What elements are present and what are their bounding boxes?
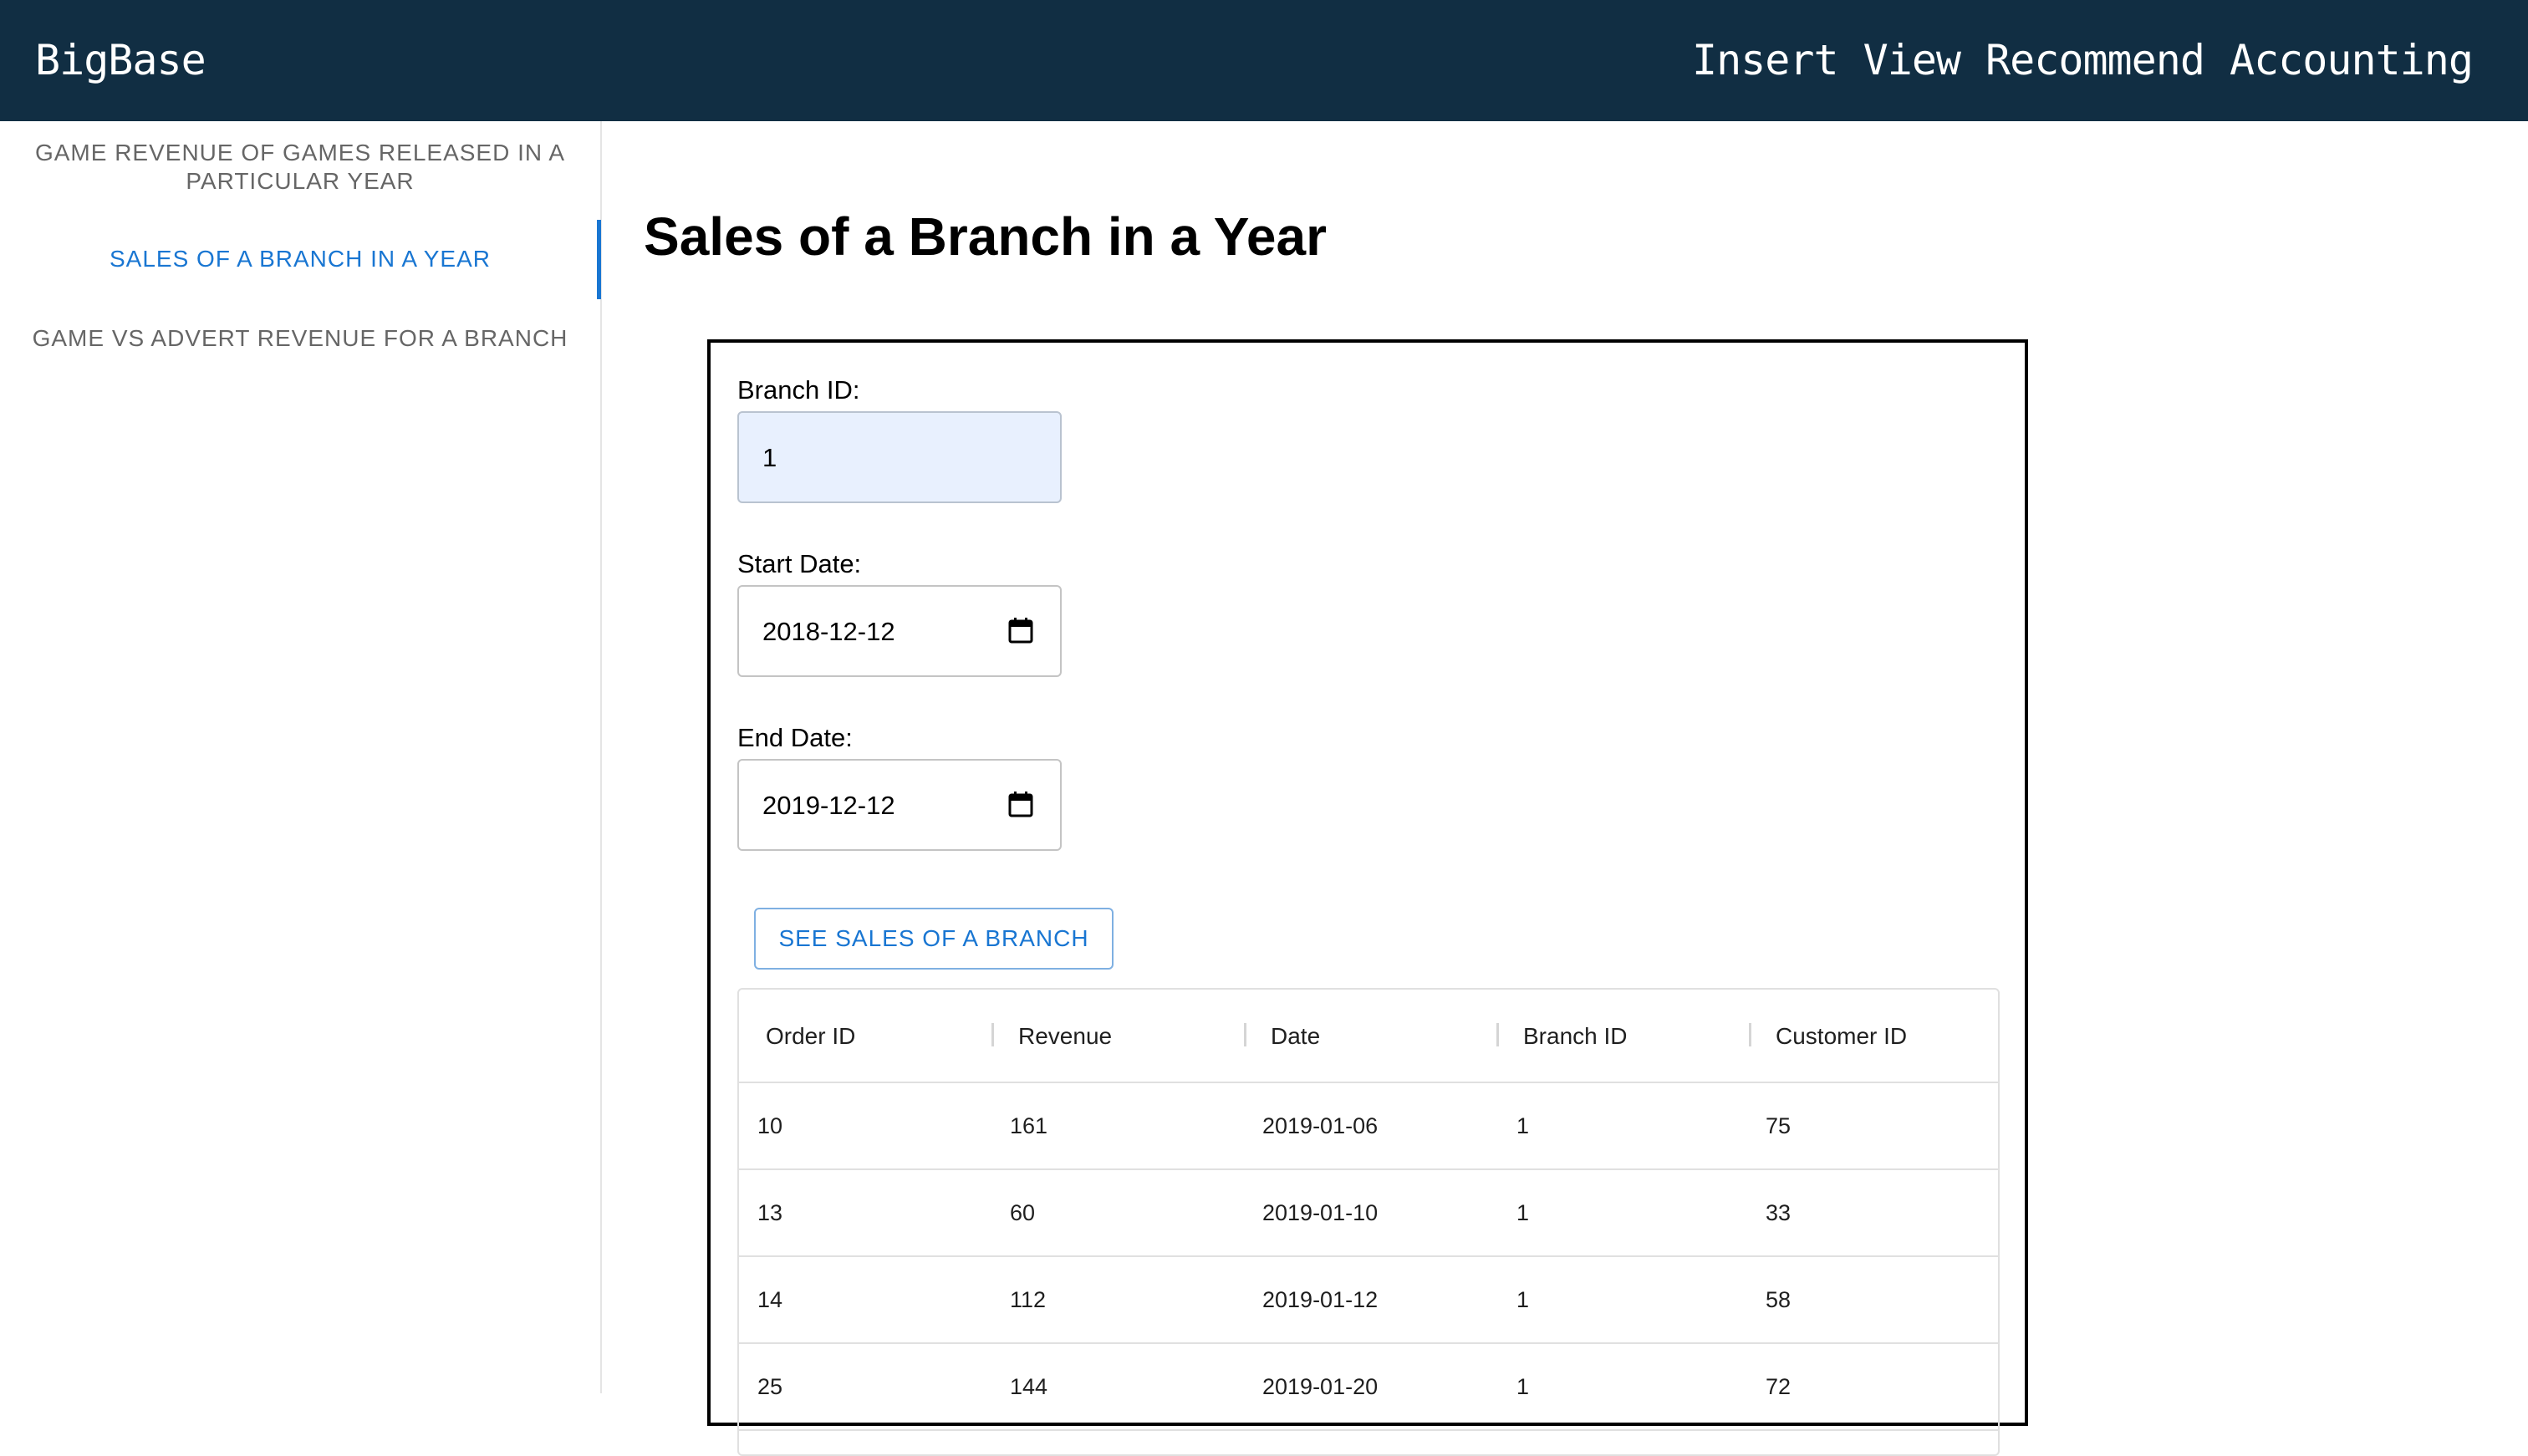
table-row[interactable]: 10 161 2019-01-06 1 75 [739,1083,1998,1170]
nav-insert[interactable]: Insert [1692,33,1839,87]
cell-revenue: 161 [1010,1113,1048,1138]
branch-id-value: 1 [762,443,777,472]
cell-order-id: 10 [757,1113,783,1138]
nav-view[interactable]: View [1863,33,1961,87]
nav-accounting[interactable]: Accounting [2230,33,2474,87]
column-separator[interactable] [1496,1023,1499,1046]
column-separator[interactable] [1244,1023,1246,1046]
cell-revenue: 144 [1010,1374,1048,1399]
cell-customer-id: 33 [1766,1200,1792,1225]
table-row[interactable]: 13 60 2019-01-10 1 33 [739,1170,1998,1257]
cell-customer-id: 58 [1766,1287,1792,1312]
cell-revenue: 112 [1010,1287,1047,1312]
start-date-value: 2018-12-12 [762,617,895,646]
column-separator[interactable] [991,1023,994,1046]
top-nav: Insert View Recommend Accounting [1667,33,2474,87]
column-header-revenue[interactable]: Revenue [1018,1021,1112,1051]
start-date-label: Start Date: [737,549,862,578]
brand-logo[interactable]: BigBase [35,33,206,87]
calendar-icon[interactable] [1008,617,1033,644]
calendar-icon[interactable] [1008,791,1033,817]
report-sidebar: GAME REVENUE OF GAMES RELEASED IN A PART… [0,121,602,1393]
sidebar-item-branch-sales[interactable]: SALES OF A BRANCH IN A YEAR [0,245,600,273]
table-row[interactable]: 14 112 2019-01-12 1 58 [739,1257,1998,1344]
cell-order-id: 25 [757,1374,783,1399]
sidebar-item-game-revenue-by-year[interactable]: GAME REVENUE OF GAMES RELEASED IN A PART… [0,139,600,196]
sidebar-item-game-vs-advert[interactable]: GAME VS ADVERT REVENUE FOR A BRANCH [0,324,600,353]
active-tab-indicator [597,220,601,299]
column-header-order-id[interactable]: Order ID [766,1021,855,1051]
top-app-bar: BigBase Insert View Recommend Accounting [0,0,2528,121]
cell-customer-id: 75 [1766,1113,1792,1138]
branch-id-input[interactable]: 1 [737,411,1062,503]
cell-branch-id: 1 [1516,1113,1530,1138]
cell-date: 2019-01-10 [1262,1200,1379,1225]
cell-branch-id: 1 [1516,1287,1530,1312]
column-header-date[interactable]: Date [1271,1021,1320,1051]
see-sales-button[interactable]: SEE SALES OF A BRANCH [754,908,1114,970]
column-separator[interactable] [1749,1023,1751,1046]
branch-id-label: Branch ID: [737,375,860,405]
column-header-branch-id[interactable]: Branch ID [1523,1021,1628,1051]
cell-order-id: 13 [757,1200,783,1225]
cell-date: 2019-01-20 [1262,1374,1379,1399]
cell-order-id: 14 [757,1287,783,1312]
cell-revenue: 60 [1010,1200,1036,1225]
cell-date: 2019-01-06 [1262,1113,1379,1138]
cell-customer-id: 72 [1766,1374,1792,1399]
nav-recommend[interactable]: Recommend [1985,33,2205,87]
column-header-customer-id[interactable]: Customer ID [1776,1021,1907,1051]
table-header: Order ID Revenue Date Branch ID Customer… [739,990,1998,1083]
table-row[interactable]: 25 144 2019-01-20 1 72 [739,1344,1998,1431]
cell-branch-id: 1 [1516,1374,1530,1399]
page-title: Sales of a Branch in a Year [644,206,1327,267]
cell-date: 2019-01-12 [1262,1287,1379,1312]
end-date-input[interactable]: 2019-12-12 [737,759,1062,851]
start-date-input[interactable]: 2018-12-12 [737,585,1062,677]
sales-table: Order ID Revenue Date Branch ID Customer… [737,988,2000,1456]
cell-branch-id: 1 [1516,1200,1530,1225]
branch-sales-form: Branch ID: 1 Start Date: 2018-12-12 End … [707,339,2028,1456]
end-date-label: End Date: [737,723,853,752]
end-date-value: 2019-12-12 [762,791,895,820]
